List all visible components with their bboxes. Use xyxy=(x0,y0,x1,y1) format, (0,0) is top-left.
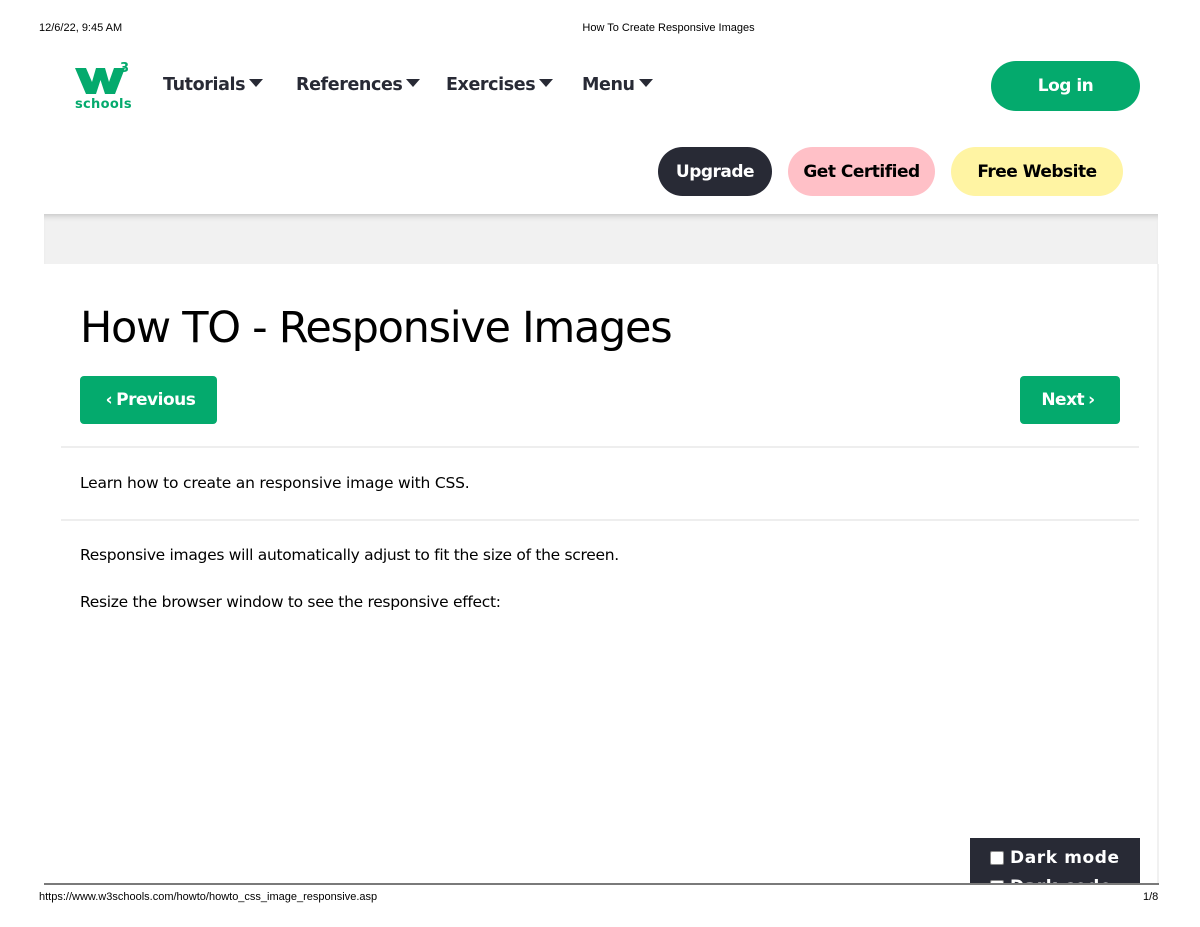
dark-mode-checkbox[interactable] xyxy=(990,851,1004,865)
next-label: Next xyxy=(1041,390,1085,410)
print-footer-url: https://www.w3schools.com/howto/howto_cs… xyxy=(39,891,378,903)
dark-mode-toggle[interactable]: Dark mode xyxy=(990,848,1120,868)
ad-banner-placeholder xyxy=(44,214,1158,264)
svg-text:3: 3 xyxy=(120,61,129,76)
nav-references[interactable]: References xyxy=(296,75,421,95)
content-right-border xyxy=(1157,264,1159,884)
nav-menu-label: Menu xyxy=(582,75,635,95)
nav-exercises[interactable]: Exercises xyxy=(446,75,554,95)
chevron-left-icon: ‹ xyxy=(105,390,113,410)
divider xyxy=(61,519,1139,521)
w3schools-logo[interactable]: 3 schools xyxy=(72,60,132,115)
next-button[interactable]: Next › xyxy=(1020,376,1120,424)
intro-text: Learn how to create an responsive image … xyxy=(80,474,470,492)
previous-label: Previous xyxy=(116,390,196,410)
page-title: How TO - Responsive Images xyxy=(80,303,673,353)
print-page-number: 1/8 xyxy=(1143,891,1159,903)
caret-down-icon xyxy=(406,79,421,87)
nav-menu[interactable]: Menu xyxy=(582,75,653,95)
nav-references-label: References xyxy=(296,75,403,95)
caret-down-icon xyxy=(539,79,554,87)
divider xyxy=(61,446,1139,448)
w3-logo-icon: 3 xyxy=(75,61,129,94)
previous-button[interactable]: ‹ Previous xyxy=(80,376,217,424)
chevron-right-icon: › xyxy=(1088,390,1095,410)
dark-mode-label: Dark mode xyxy=(1010,848,1120,868)
nav-exercises-label: Exercises xyxy=(446,75,536,95)
print-document-title: How To Create Responsive Images xyxy=(582,22,755,34)
get-certified-button[interactable]: Get Certified xyxy=(788,147,935,196)
free-website-button[interactable]: Free Website xyxy=(951,147,1123,196)
nav-tutorials-label: Tutorials xyxy=(163,75,246,95)
logo-text: schools xyxy=(75,97,132,112)
caret-down-icon xyxy=(249,79,264,87)
paragraph: Resize the browser window to see the res… xyxy=(80,593,501,611)
caret-down-icon xyxy=(638,79,653,87)
dark-mode-panel: Dark mode Dark code xyxy=(970,838,1140,884)
login-button[interactable]: Log in xyxy=(991,61,1140,111)
paragraph: Responsive images will automatically adj… xyxy=(80,546,619,564)
nav-tutorials[interactable]: Tutorials xyxy=(163,75,264,95)
upgrade-button[interactable]: Upgrade xyxy=(658,147,772,196)
print-header: 12/6/22, 9:45 AM How To Create Responsiv… xyxy=(0,22,1200,38)
print-footer-rule xyxy=(44,883,1159,885)
